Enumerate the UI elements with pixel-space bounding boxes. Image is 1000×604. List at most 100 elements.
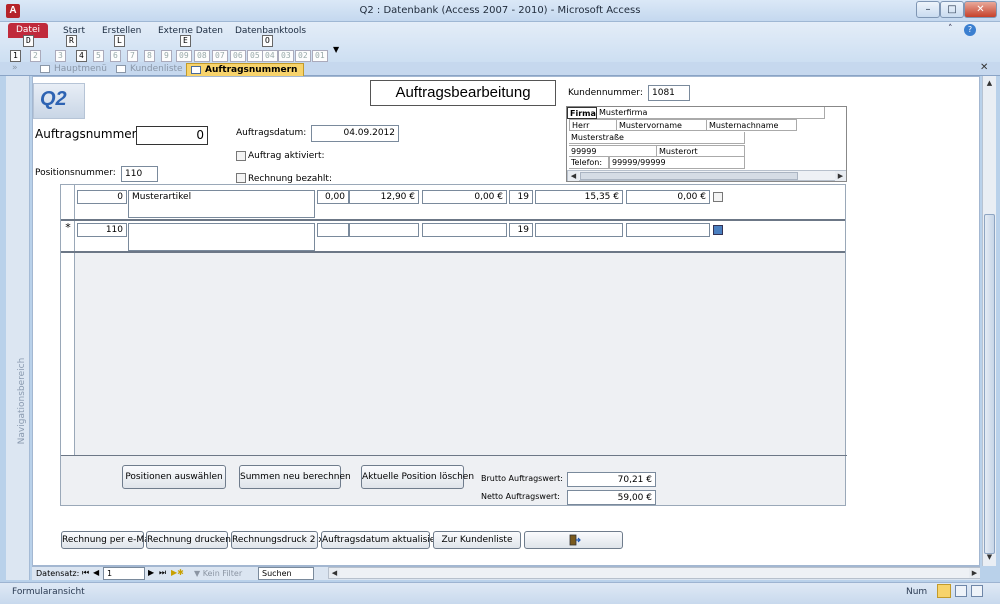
scroll-right-icon[interactable]: ▶ (835, 171, 846, 181)
salutation-field[interactable]: Herr (569, 119, 617, 131)
vscroll-thumb[interactable] (984, 214, 995, 554)
first-record-icon[interactable]: ⏮ (82, 568, 89, 578)
qat-keytip[interactable]: 02 (295, 50, 311, 62)
qat-keytip[interactable]: 04 (262, 50, 278, 62)
qat-keytip[interactable]: 6 (110, 50, 121, 62)
order-date-field[interactable]: 04.09.2012 (311, 125, 399, 142)
position-field[interactable]: 110 (77, 223, 127, 237)
quantity-field[interactable]: 0,00 (317, 190, 349, 204)
delete-position-button[interactable]: Aktuelle Position löschen (361, 465, 474, 489)
close-document-icon[interactable]: ✕ (980, 62, 988, 73)
position-number-field[interactable]: 110 (121, 166, 158, 182)
tax-field[interactable]: 19 (509, 223, 533, 237)
zip-field[interactable]: 99999 (569, 145, 657, 157)
scroll-left-icon[interactable]: ◀ (568, 171, 579, 181)
print-invoice-twice-button[interactable]: Rechnungsdruck 2 x (231, 531, 324, 549)
minimize-button[interactable]: – (916, 1, 940, 18)
close-window-button[interactable]: ✕ (964, 1, 997, 18)
city-field[interactable]: Musterort (657, 145, 745, 157)
discount-field[interactable]: 0,00 € (422, 190, 507, 204)
row-checkbox[interactable] (713, 225, 723, 235)
qat-keytip[interactable]: 09 (176, 50, 192, 62)
search-input[interactable]: Suchen (258, 567, 314, 580)
price-field[interactable]: 12,90 € (349, 190, 419, 204)
quantity-field[interactable] (317, 223, 349, 237)
form-hscrollbar[interactable]: ◀ ▶ (328, 567, 980, 579)
design-view-icon[interactable] (971, 585, 983, 597)
qat-keytip[interactable]: 3 (55, 50, 66, 62)
article-field[interactable] (128, 223, 315, 251)
navigation-pane[interactable]: Navigationsbereich (6, 76, 30, 580)
qat-keytip[interactable]: 05 (247, 50, 263, 62)
customer-hscrollbar[interactable]: ◀ ▶ (567, 170, 846, 181)
status-view-name: Formularansicht (12, 587, 85, 597)
last-name-field[interactable]: Musternachname (707, 119, 797, 131)
gross-total-label: Brutto Auftragswert: (481, 474, 563, 483)
qat-keytip[interactable]: 06 (230, 50, 246, 62)
form-view-icon[interactable] (937, 584, 951, 598)
order-active-checkbox[interactable] (236, 151, 246, 161)
scroll-thumb[interactable] (580, 172, 798, 180)
tax-field[interactable]: 19 (509, 190, 533, 204)
article-field[interactable]: Musterartikel (128, 190, 315, 218)
tab-hauptmenu[interactable]: Hauptmenü (36, 63, 113, 76)
print-invoice-button[interactable]: Rechnung drucken (146, 531, 231, 549)
company-field[interactable]: Musterfirma (597, 107, 825, 119)
line-total-field[interactable]: 0,00 € (626, 190, 710, 204)
qat-keytip[interactable]: 5 (93, 50, 104, 62)
row-checkbox[interactable] (713, 192, 723, 202)
price-field[interactable] (349, 223, 419, 237)
invoice-email-button[interactable]: Rechnung per e-Mail (61, 531, 155, 549)
last-record-icon[interactable]: ⏭ (159, 568, 166, 578)
exit-form-button[interactable] (524, 531, 623, 549)
layout-view-icon[interactable] (955, 585, 967, 597)
qat-keytip[interactable]: 1 (10, 50, 21, 62)
select-positions-button[interactable]: Positionen auswählen (122, 465, 226, 489)
first-name-field[interactable]: Mustervorname (617, 119, 707, 131)
discount-field[interactable] (422, 223, 507, 237)
row-selector[interactable] (61, 185, 75, 221)
help-icon[interactable]: ? (964, 24, 976, 36)
qat-dropdown-icon[interactable]: ▼ (333, 45, 339, 54)
scroll-down-icon[interactable]: ▼ (984, 552, 995, 562)
qat-keytip[interactable]: 07 (212, 50, 228, 62)
company-label: Firma: (567, 107, 597, 119)
gross-price-field[interactable] (535, 223, 623, 237)
nav-pane-toggle[interactable]: » (12, 63, 18, 73)
invoice-paid-checkbox[interactable] (236, 173, 246, 183)
qat-keytip[interactable]: 8 (144, 50, 155, 62)
qat-keytip[interactable]: 2 (30, 50, 41, 62)
divider (61, 455, 847, 456)
qat-keytip[interactable]: 08 (194, 50, 210, 62)
scroll-right-icon[interactable]: ▶ (969, 568, 980, 578)
update-order-date-button[interactable]: Auftragsdatum aktualisieren (321, 531, 450, 549)
customer-list-button[interactable]: Zur Kundenliste (433, 531, 521, 549)
new-row-marker[interactable]: * (61, 221, 75, 253)
form-icon (40, 65, 50, 73)
prev-record-icon[interactable]: ◀ (93, 568, 99, 577)
ribbon-minimize-icon[interactable]: ˄ (948, 24, 953, 34)
tab-auftragsnummern[interactable]: Auftragsnummern (186, 63, 305, 76)
phone-field[interactable]: 99999/99999 (609, 157, 745, 169)
maximize-button[interactable]: □ (940, 1, 964, 18)
tab-kundenliste[interactable]: Kundenliste (112, 63, 189, 76)
filter-status[interactable]: ▼ Kein Filter (194, 569, 242, 578)
qat-keytip[interactable]: 01 (312, 50, 328, 62)
customer-number-field[interactable]: 1081 (648, 85, 690, 101)
scroll-up-icon[interactable]: ▲ (984, 78, 995, 88)
new-record-icon[interactable]: ▶✱ (171, 568, 184, 577)
gross-price-field[interactable]: 15,35 € (535, 190, 623, 204)
qat-keytip[interactable]: 4 (76, 50, 87, 62)
order-number-field[interactable]: 0 (136, 126, 208, 145)
recalculate-sums-button[interactable]: Summen neu berechnen (239, 465, 351, 489)
qat-keytip[interactable]: 9 (161, 50, 172, 62)
order-active-label: Auftrag aktiviert: (248, 151, 325, 161)
line-total-field[interactable] (626, 223, 710, 237)
qat-keytip[interactable]: 7 (127, 50, 138, 62)
next-record-icon[interactable]: ▶ (148, 568, 154, 577)
qat-keytip[interactable]: 03 (278, 50, 294, 62)
scroll-left-icon[interactable]: ◀ (329, 568, 340, 578)
current-record-field[interactable]: 1 (103, 567, 145, 580)
street-field[interactable]: Musterstraße (569, 132, 745, 144)
position-field[interactable]: 0 (77, 190, 127, 204)
